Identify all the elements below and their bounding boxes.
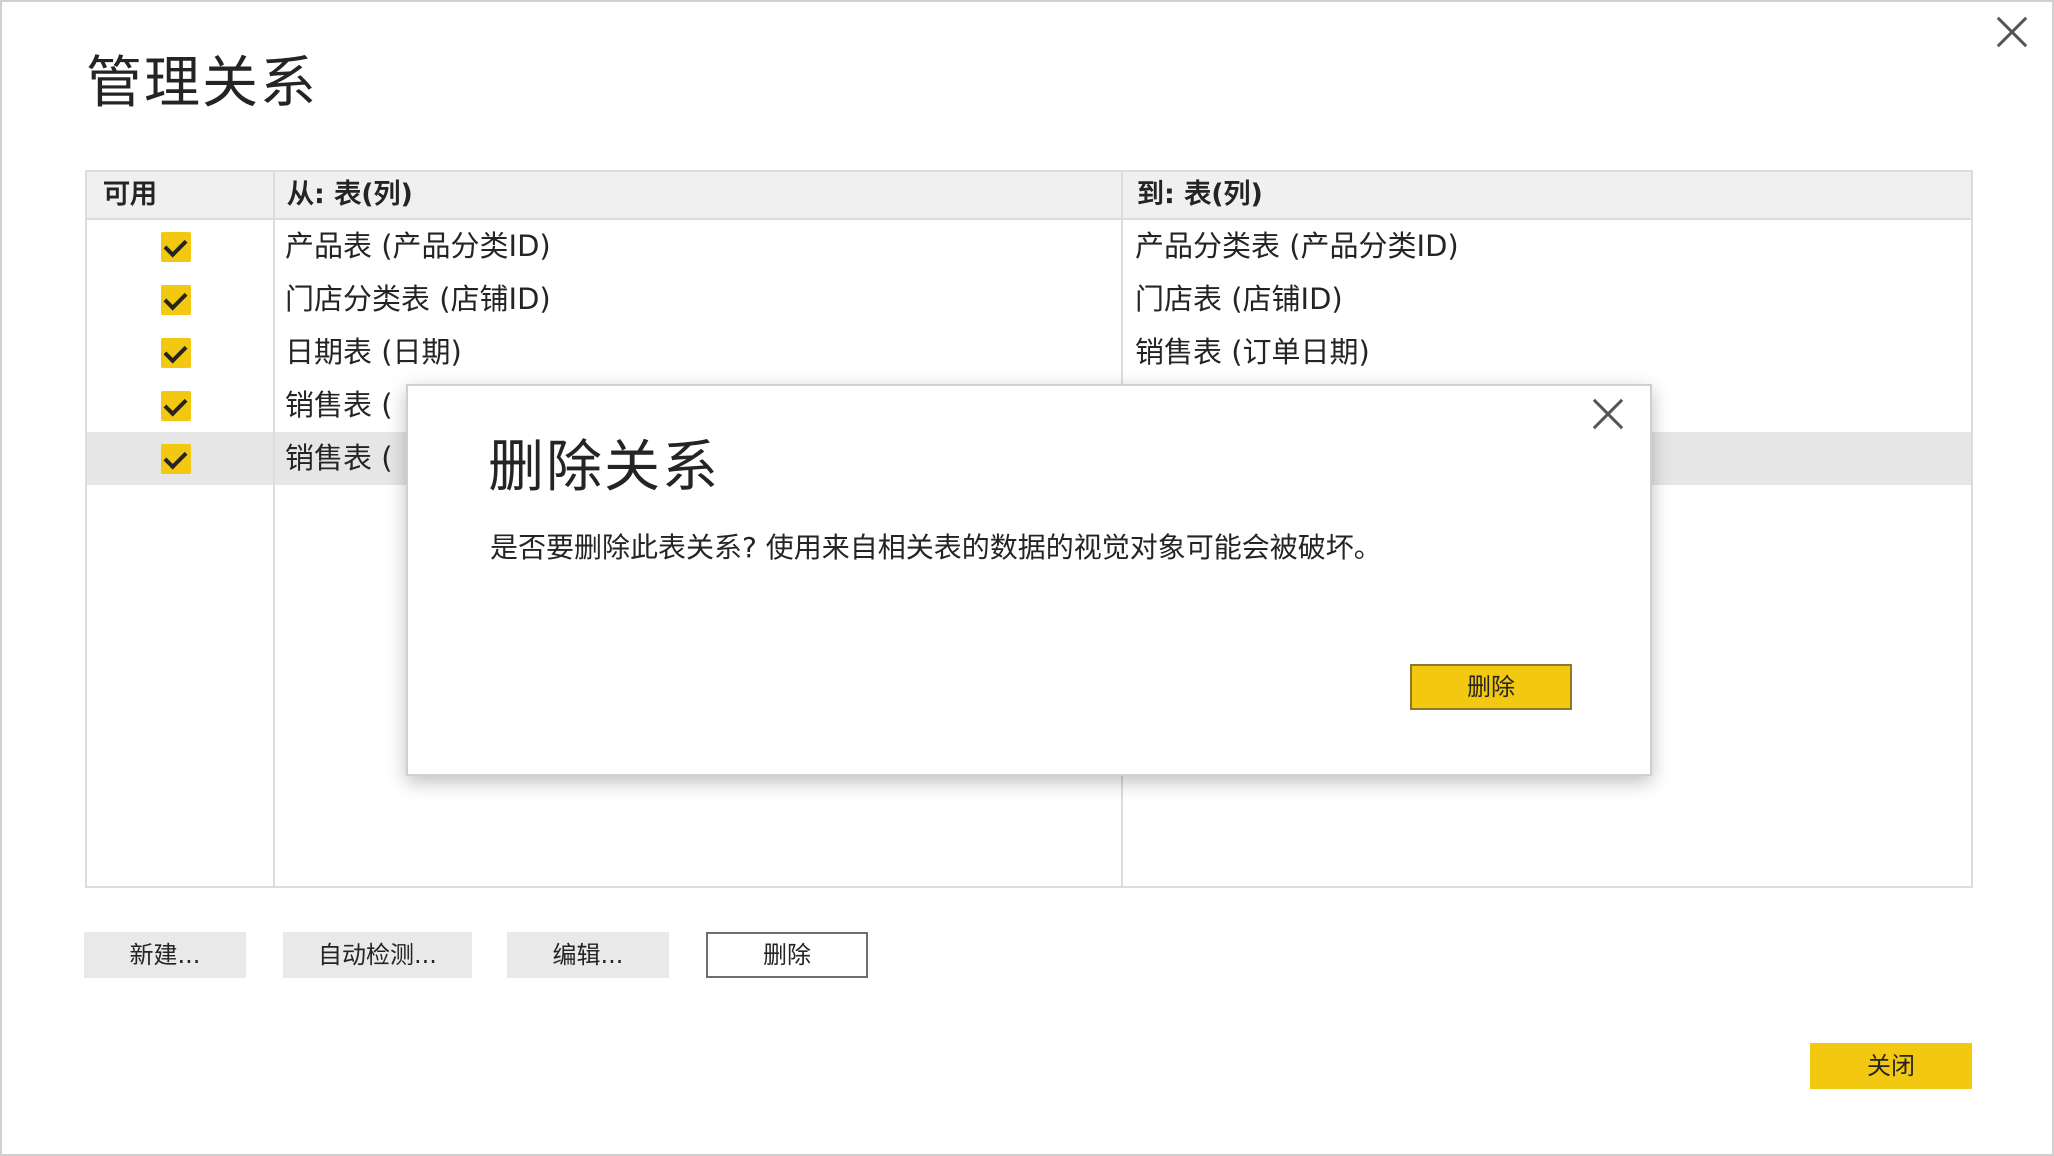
delete-button[interactable]: 删除 <box>706 932 868 978</box>
from-cell: 产品表 (产品分类ID) <box>285 229 551 263</box>
table-header: 可用 从: 表(列) 到: 表(列) <box>87 172 1971 220</box>
delete-relationship-dialog: 删除关系 是否要删除此表关系? 使用来自相关表的数据的视觉对象可能会被破坏。 删… <box>406 384 1652 776</box>
active-checkbox[interactable] <box>161 391 191 421</box>
autodetect-button[interactable]: 自动检测... <box>283 932 472 978</box>
active-checkbox[interactable] <box>161 338 191 368</box>
to-cell: 销售表 (订单日期) <box>1135 335 1370 369</box>
dialog-title: 删除关系 <box>488 435 720 500</box>
close-button[interactable]: 关闭 <box>1810 1043 1972 1089</box>
from-cell: 日期表 (日期) <box>285 335 462 369</box>
to-cell: 门店表 (店铺ID) <box>1135 282 1343 316</box>
dialog-message: 是否要删除此表关系? 使用来自相关表的数据的视觉对象可能会被破坏。 <box>490 531 1382 564</box>
from-cell: 门店分类表 (店铺ID) <box>285 282 551 316</box>
header-from: 从: 表(列) <box>287 179 413 210</box>
table-row[interactable]: 产品表 (产品分类ID) 产品分类表 (产品分类ID) <box>87 220 1971 273</box>
header-active: 可用 <box>103 179 157 210</box>
edit-button[interactable]: 编辑... <box>507 932 669 978</box>
window-title: 管理关系 <box>86 51 318 116</box>
new-button[interactable]: 新建... <box>84 932 246 978</box>
manage-relationships-window: 管理关系 可用 从: 表(列) 到: 表(列) 产品表 (产品分类ID) 产品分… <box>0 0 2054 1156</box>
window-close-icon[interactable] <box>1992 12 2032 52</box>
confirm-delete-button[interactable]: 删除 <box>1410 664 1572 710</box>
table-row[interactable]: 日期表 (日期) 销售表 (订单日期) <box>87 326 1971 379</box>
table-row[interactable]: 门店分类表 (店铺ID) 门店表 (店铺ID) <box>87 273 1971 326</box>
to-cell: 产品分类表 (产品分类ID) <box>1135 229 1459 263</box>
active-checkbox[interactable] <box>161 232 191 262</box>
column-divider <box>273 172 275 886</box>
active-checkbox[interactable] <box>161 285 191 315</box>
dialog-close-icon[interactable] <box>1590 396 1626 432</box>
active-checkbox[interactable] <box>161 444 191 474</box>
header-to: 到: 表(列) <box>1137 179 1263 210</box>
